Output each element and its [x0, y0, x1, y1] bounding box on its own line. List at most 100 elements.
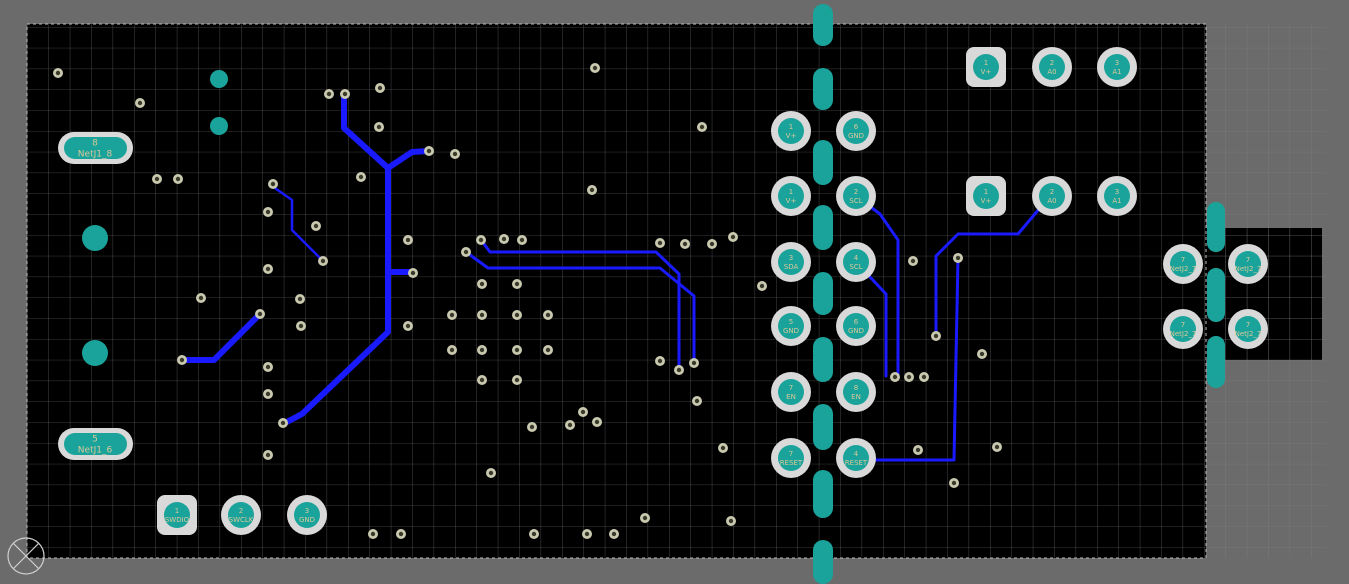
pad[interactable]: 1V+ — [966, 176, 1006, 216]
pad-net-label: A1 — [1112, 197, 1121, 205]
pad[interactable]: 7NetJ2_7 — [1228, 309, 1268, 349]
pad[interactable]: 7NetJ2_7 — [1228, 244, 1268, 284]
via-hole — [979, 351, 985, 357]
pcb-canvas[interactable]: 8 NetJ1_8 5 NetJ1_6 1SWDIO2SWCLK3GND1V+2… — [0, 0, 1349, 584]
via-hole — [691, 360, 697, 366]
via-hole — [358, 174, 364, 180]
pad[interactable]: 1V+ — [771, 176, 811, 216]
slot — [1207, 268, 1225, 322]
oval-pad-1[interactable]: 8 NetJ1_8 — [58, 132, 133, 164]
slot — [813, 140, 833, 185]
via-hole — [531, 531, 537, 537]
pad-net-label: A1 — [1112, 68, 1121, 76]
pad[interactable]: 3A1 — [1097, 176, 1137, 216]
pad-net-label: NetJ2_7 — [1170, 330, 1197, 338]
pad[interactable]: 2SCL — [836, 176, 876, 216]
pad-net-label: A0 — [1047, 197, 1056, 205]
via-hole — [463, 249, 469, 255]
pad[interactable]: 1V+ — [771, 111, 811, 151]
pad[interactable]: 7NetJ2_7 — [1163, 309, 1203, 349]
pad-net-label: SWDIO — [165, 516, 190, 524]
slot — [813, 540, 833, 584]
via-hole — [921, 374, 927, 380]
via-hole — [514, 347, 520, 353]
pad[interactable]: 4SCL — [836, 242, 876, 282]
pad[interactable]: 7EN — [771, 372, 811, 412]
via-hole — [611, 531, 617, 537]
pad-net-label: SCL — [849, 263, 862, 271]
pad[interactable]: 1V+ — [966, 47, 1006, 87]
via-hole — [479, 281, 485, 287]
via-hole — [449, 347, 455, 353]
pad[interactable]: 2SWCLK — [221, 495, 261, 535]
via-hole — [265, 391, 271, 397]
via-hole — [955, 255, 961, 261]
pad[interactable]: 3SDA — [771, 242, 811, 282]
via-hole — [676, 367, 682, 373]
via-hole — [313, 223, 319, 229]
via-hole — [398, 531, 404, 537]
via-hole — [694, 398, 700, 404]
via-hole — [405, 237, 411, 243]
pad-number: 4 — [854, 450, 859, 458]
pad-net-label: RESET — [780, 459, 803, 467]
pad-number: 5 — [789, 318, 793, 326]
via-hole — [280, 420, 286, 426]
pad[interactable]: 5GND — [771, 306, 811, 346]
via-hole — [479, 347, 485, 353]
board — [26, 23, 1326, 559]
via-hole — [320, 258, 326, 264]
via-hole — [154, 176, 160, 182]
via-hole — [519, 237, 525, 243]
via-hole — [545, 347, 551, 353]
pad-number: 3 — [789, 254, 793, 262]
via-hole — [405, 323, 411, 329]
via-hole — [906, 374, 912, 380]
pad[interactable]: 4RESET — [836, 438, 876, 478]
pad-number: 5 — [92, 435, 98, 445]
pad-number: 2 — [854, 188, 858, 196]
via-hole — [589, 187, 595, 193]
oval-pad-2[interactable]: 5 NetJ1_6 — [58, 428, 133, 460]
via-hole — [265, 209, 271, 215]
pad-number: 1 — [789, 188, 793, 196]
via-hole — [376, 124, 382, 130]
pad-number: 7 — [789, 450, 793, 458]
pad[interactable]: 6GND — [836, 111, 876, 151]
pad[interactable]: 2A0 — [1032, 176, 1072, 216]
pad-net-label: NetJ1_8 — [78, 150, 113, 160]
pad-net-label: NetJ2_7 — [1170, 265, 1197, 273]
pad[interactable]: 6GND — [836, 306, 876, 346]
pad-net-label: SWCLK — [229, 516, 254, 524]
pad[interactable]: 2A0 — [1032, 47, 1072, 87]
via-hole — [479, 312, 485, 318]
pad-net-label: NetJ2_7 — [1235, 330, 1262, 338]
pad-number: 7 — [1246, 256, 1250, 264]
via-hole — [198, 295, 204, 301]
pad-number: 2 — [1050, 59, 1054, 67]
via-hole — [529, 424, 535, 430]
via-hole — [514, 377, 520, 383]
pad-net-label: GND — [848, 327, 864, 335]
via-hole — [377, 85, 383, 91]
pad[interactable]: 7NetJ2_7 — [1163, 244, 1203, 284]
via-hole — [265, 266, 271, 272]
pad-number: 7 — [1181, 256, 1185, 264]
via-hole — [545, 312, 551, 318]
pad[interactable]: 3GND — [287, 495, 327, 535]
pad-number: 1 — [789, 123, 793, 131]
pad[interactable]: 3A1 — [1097, 47, 1137, 87]
pad-net-label: GND — [299, 516, 315, 524]
via-hole — [449, 312, 455, 318]
slot — [1207, 336, 1225, 388]
pad-number: 8 — [854, 384, 858, 392]
via-hole — [951, 480, 957, 486]
pad[interactable]: 7RESET — [771, 438, 811, 478]
pad[interactable]: 8EN — [836, 372, 876, 412]
pad[interactable]: 1SWDIO — [157, 495, 197, 535]
pad-net-label: V+ — [786, 197, 797, 205]
via-hole — [682, 241, 688, 247]
pad-net-label: GND — [783, 327, 799, 335]
pad-number: 1 — [984, 59, 988, 67]
mounting-hole — [210, 117, 228, 135]
